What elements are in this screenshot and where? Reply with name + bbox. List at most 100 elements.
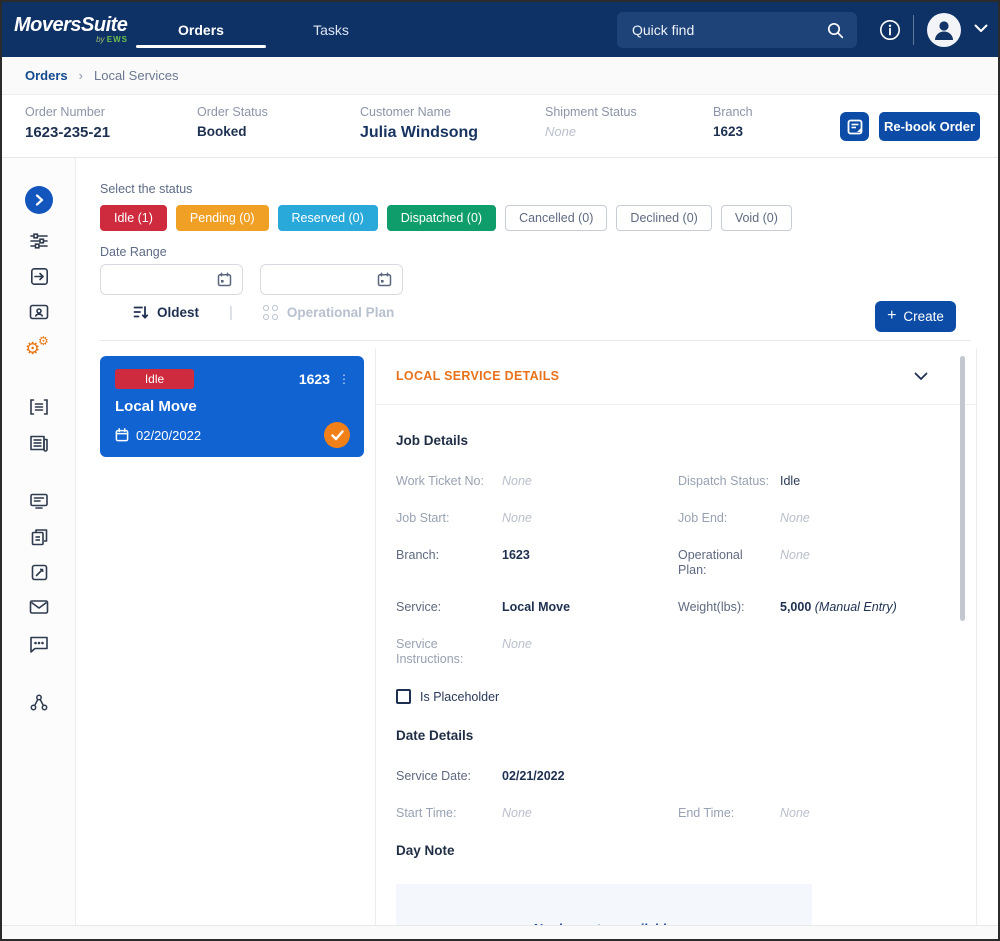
status-chips: Idle (1) Pending (0) Reserved (0) Dispat… <box>100 205 792 231</box>
account-chevron-down-icon[interactable] <box>974 24 988 33</box>
chip-idle[interactable]: Idle (1) <box>100 205 167 231</box>
navbar-divider <box>913 15 914 45</box>
field-row: Service Date: 02/21/2022 <box>396 769 956 784</box>
order-note-button[interactable] <box>840 112 869 141</box>
top-navbar: MoversSuite by EWS Orders Tasks <box>2 2 998 57</box>
select-status-label: Select the status <box>100 182 193 196</box>
quick-find-search[interactable] <box>617 12 857 48</box>
panel-scrollbar[interactable] <box>960 356 965 621</box>
chip-declined[interactable]: Declined (0) <box>616 205 712 231</box>
calendar-icon[interactable] <box>377 272 392 287</box>
notes-icon <box>29 398 49 416</box>
calendar-icon <box>115 428 129 442</box>
app-logo: MoversSuite by EWS <box>14 15 132 44</box>
field-row: Start Time: None End Time: None <box>396 806 956 821</box>
operational-plan-toggle[interactable]: Operational Plan <box>262 305 394 320</box>
clipboard-edit-icon <box>30 563 49 582</box>
kebab-menu-icon[interactable]: ⋮ <box>338 373 350 385</box>
service-card[interactable]: Idle 1623 ⋮ Local Move 02/20/2022 <box>100 356 364 457</box>
left-icon-rail: ⚙ ⚙ <box>2 158 76 925</box>
breadcrumb-orders-link[interactable]: Orders <box>25 68 68 83</box>
sidebar-item-share[interactable] <box>2 694 76 712</box>
order-status-value: Booked <box>197 124 247 139</box>
shipment-status-value: None <box>545 124 577 139</box>
user-avatar[interactable] <box>927 13 961 47</box>
tab-tasks[interactable]: Tasks <box>266 2 396 57</box>
breadcrumb-current: Local Services <box>93 68 179 83</box>
field-row: Service Instructions: None <box>396 637 956 667</box>
order-entry-icon <box>30 267 49 286</box>
chip-void[interactable]: Void (0) <box>720 205 792 231</box>
search-icon[interactable] <box>827 22 844 39</box>
active-tab-underline <box>136 45 266 48</box>
work-ticket-value: None <box>502 474 532 488</box>
sidebar-expand-button[interactable] <box>2 186 76 214</box>
chip-reserved[interactable]: Reserved (0) <box>277 205 378 231</box>
rebook-order-button[interactable]: Re-book Order <box>879 112 980 141</box>
panel-header[interactable]: LOCAL SERVICE DETAILS <box>376 348 976 405</box>
branch-value: 1623 <box>713 124 744 139</box>
share-icon <box>30 694 48 712</box>
branch-detail-value: 1623 <box>502 548 530 562</box>
contact-card-icon <box>29 303 49 321</box>
main-tabs: Orders Tasks <box>136 2 396 57</box>
create-button[interactable]: + Create <box>875 301 956 332</box>
customer-name-value: Julia Windsong <box>360 124 479 141</box>
sidebar-item-copy[interactable] <box>2 528 76 547</box>
quick-find-input[interactable] <box>617 22 827 38</box>
day-note-empty-box: No day notes available <box>396 884 812 925</box>
chip-cancelled[interactable]: Cancelled (0) <box>505 205 608 231</box>
field-row: Work Ticket No: None Dispatch Status: Id… <box>396 474 956 489</box>
date-range-start[interactable] <box>100 264 243 295</box>
monitor-icon <box>29 492 49 510</box>
note-icon <box>847 119 863 135</box>
sidebar-item-order-entry[interactable] <box>2 267 76 286</box>
order-number-value: 1623-235-21 <box>25 124 111 141</box>
plus-icon: + <box>887 307 897 324</box>
is-placeholder-checkbox[interactable] <box>396 689 411 704</box>
sidebar-item-filters[interactable] <box>2 231 76 251</box>
sidebar-item-mail[interactable] <box>2 599 76 615</box>
sidebar-item-chat[interactable] <box>2 635 76 653</box>
sidebar-item-news[interactable] <box>2 434 76 452</box>
order-number-field: Order Number 1623-235-21 <box>25 105 111 141</box>
sidebar-item-contacts[interactable] <box>2 303 76 321</box>
date-range-label: Date Range <box>100 245 167 259</box>
info-icon[interactable] <box>879 19 901 41</box>
date-range-end-input[interactable] <box>261 272 377 287</box>
copy-icon <box>30 528 49 547</box>
date-range-start-input[interactable] <box>101 272 217 287</box>
sidebar-item-notes[interactable] <box>2 398 76 416</box>
card-service-title: Local Move <box>115 398 197 415</box>
sidebar-item-local-services[interactable]: ⚙ ⚙ <box>2 334 76 360</box>
job-start-value: None <box>502 511 532 525</box>
main-content: Select the status Idle (1) Pending (0) R… <box>77 158 998 925</box>
sidebar-item-monitor[interactable] <box>2 492 76 510</box>
sidebar-item-clipboard-edit[interactable] <box>2 563 76 582</box>
tab-orders[interactable]: Orders <box>136 2 266 57</box>
customer-name-field: Customer Name Julia Windsong <box>360 105 479 141</box>
local-service-details-panel: LOCAL SERVICE DETAILS Job Details Work T… <box>375 348 977 925</box>
shipment-status-field: Shipment Status None <box>545 105 637 139</box>
sort-oldest-button[interactable]: Oldest <box>133 305 199 320</box>
chat-icon <box>29 635 49 653</box>
confirmed-check-icon[interactable] <box>324 422 350 448</box>
operational-plan-value: None <box>780 548 810 562</box>
breadcrumb: Orders › Local Services <box>2 57 998 95</box>
field-row: Service: Local Move Weight(lbs): 5,000 (… <box>396 600 956 615</box>
mail-icon <box>29 599 49 615</box>
panel-title: LOCAL SERVICE DETAILS <box>396 369 560 383</box>
order-header-bar: Order Number 1623-235-21 Order Status Bo… <box>2 95 998 158</box>
logo-title: MoversSuite <box>14 14 128 36</box>
services-gears-icon: ⚙ ⚙ <box>25 334 49 358</box>
card-branch-number: 1623 <box>298 371 330 387</box>
chip-pending[interactable]: Pending (0) <box>175 205 269 231</box>
sort-divider: | <box>229 304 233 321</box>
collapse-chevron-down-icon[interactable] <box>914 372 928 381</box>
job-end-value: None <box>780 511 810 525</box>
date-range-end[interactable] <box>260 264 403 295</box>
chip-dispatched[interactable]: Dispatched (0) <box>386 205 497 231</box>
calendar-icon[interactable] <box>217 272 232 287</box>
footer-strip <box>2 925 998 939</box>
logo-byline: by EWS <box>96 35 128 44</box>
